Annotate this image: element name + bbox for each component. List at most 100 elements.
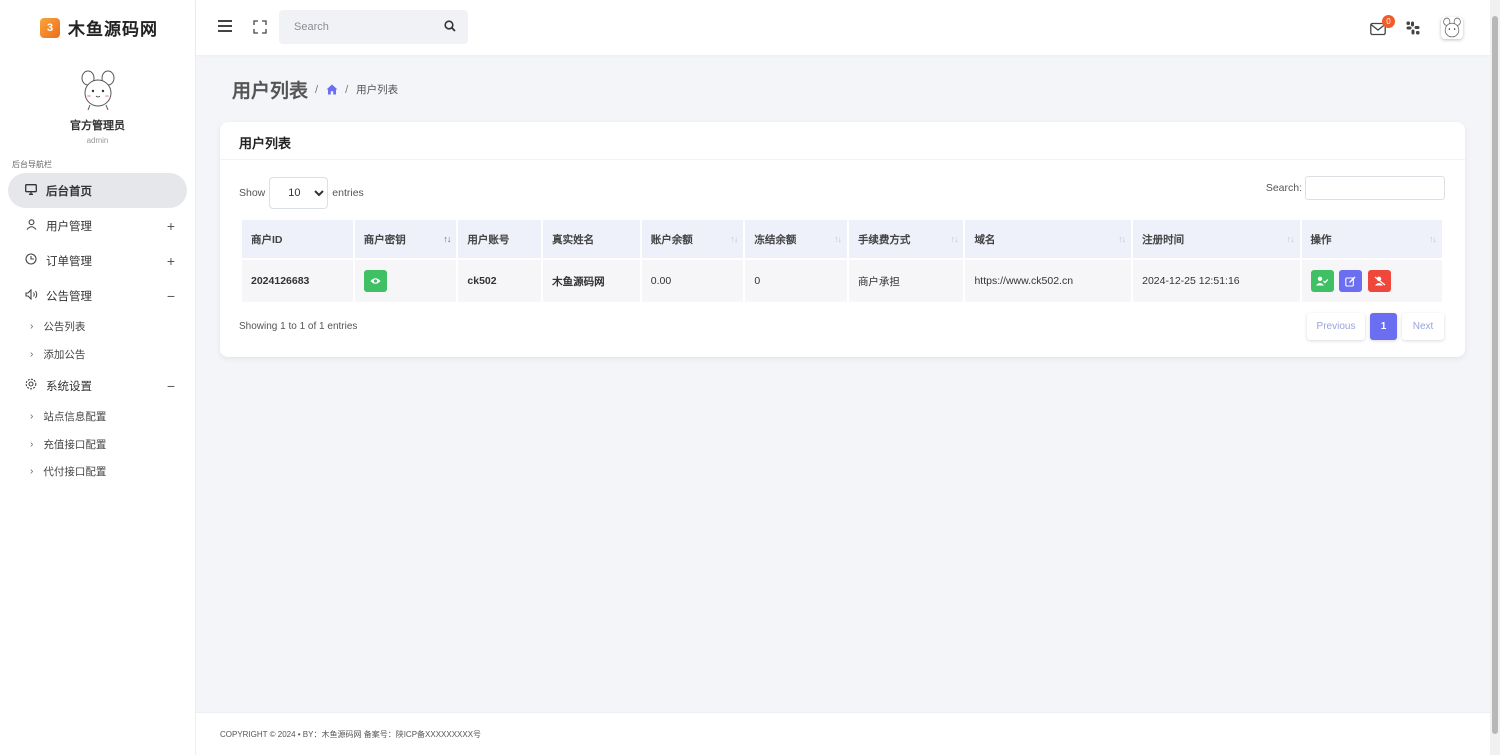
mail-count-badge: 0 — [1382, 15, 1395, 28]
column-header-label: 注册时间 — [1142, 233, 1185, 246]
table-search-control: Search: — [1266, 176, 1445, 200]
chevron-right-icon: › — [30, 466, 34, 478]
column-header-merchant-key[interactable]: 商户密钥 ↑↓ — [354, 220, 457, 258]
column-header-actions[interactable]: 操作 ↑↓ — [1301, 220, 1442, 258]
page-length-select[interactable]: 10 — [269, 177, 329, 209]
clock-icon — [24, 253, 38, 268]
column-header-label: 冻结余额 — [754, 233, 797, 246]
sidebar-item-settings[interactable]: 系统设置 − — [8, 368, 187, 403]
search-box — [279, 10, 468, 44]
user-list-card: 用户列表 Show 10 entries Search: 商户ID 商户密钥 ↑↓… — [220, 122, 1465, 357]
home-icon[interactable] — [326, 84, 338, 95]
sidebar-item-users[interactable]: 用户管理 + — [8, 208, 187, 243]
cell-registered: 2024-12-25 12:51:16 — [1133, 258, 1300, 302]
sidebar-subitem-add-announcement[interactable]: › 添加公告 — [0, 341, 195, 369]
fullscreen-icon[interactable] — [253, 20, 267, 34]
approve-user-button[interactable] — [1310, 270, 1334, 292]
table-info: Showing 1 to 1 of 1 entries — [239, 321, 358, 332]
search-icon[interactable] — [444, 20, 456, 32]
column-header-label: 真实姓名 — [552, 233, 595, 246]
user-remove-icon — [1374, 276, 1386, 286]
user-icon — [24, 218, 38, 233]
previous-page-button[interactable]: Previous — [1307, 313, 1365, 340]
table-header-row: 商户ID 商户密钥 ↑↓ 用户账号 真实姓名 账户余额 ↑↓ 冻结余额 ↑↓ 手续费方… — [242, 220, 1442, 258]
monitor-icon — [24, 183, 38, 198]
scrollbar-thumb[interactable] — [1492, 16, 1498, 734]
entries-label: entries — [332, 187, 364, 199]
column-header-label: 用户账号 — [467, 233, 510, 246]
show-label: Show — [239, 187, 266, 199]
sidebar-item-label: 订单管理 — [46, 255, 92, 268]
mouse-avatar-icon[interactable] — [78, 69, 118, 111]
column-header-label: 域名 — [974, 233, 996, 246]
column-header-registered[interactable]: 注册时间 ↑↓ — [1133, 220, 1300, 258]
menu-toggle-icon[interactable] — [218, 20, 232, 34]
sidebar-subitem-site-config[interactable]: › 站点信息配置 — [0, 403, 195, 431]
edit-icon — [1345, 276, 1356, 287]
expand-icon[interactable]: + — [167, 253, 175, 269]
edit-user-button[interactable] — [1339, 270, 1363, 292]
sidebar-subitem-payout-config[interactable]: › 代付接口配置 — [0, 458, 195, 486]
card-title: 用户列表 — [239, 136, 292, 151]
cell-account: ck502 — [458, 258, 542, 302]
table-search-input[interactable] — [1305, 176, 1445, 200]
table-row: 2024126683 ck502 木鱼源码网 0.00 0 商户承担 https… — [242, 258, 1442, 302]
delete-user-button[interactable] — [1368, 270, 1392, 292]
sidebar-item-orders[interactable]: 订单管理 + — [8, 243, 187, 278]
sidebar-item-label: 后台首页 — [46, 185, 92, 198]
column-header-label: 账户余额 — [650, 233, 693, 246]
user-check-icon — [1316, 276, 1328, 286]
view-key-button[interactable] — [363, 270, 387, 292]
breadcrumb-separator: / — [345, 83, 349, 96]
breadcrumb-separator: / — [315, 83, 319, 96]
chevron-right-icon: › — [30, 321, 34, 333]
page-button-current[interactable]: 1 — [1370, 313, 1397, 340]
sidebar-subitem-label: 添加公告 — [43, 348, 86, 361]
eye-icon — [370, 278, 381, 284]
sidebar-item-label: 用户管理 — [46, 220, 92, 233]
column-header-merchant-id[interactable]: 商户ID — [242, 220, 353, 258]
sidebar: 3 木鱼源码网 官方管理员 admin 后台导航栏 后台首页 用户管理 + 订单… — [0, 0, 196, 755]
search-input[interactable] — [294, 21, 434, 33]
footer-text: COPYRIGHT © 2024 • BY：木鱼源码网 备案号：陕ICP备XXX… — [220, 729, 482, 739]
page-scrollbar[interactable] — [1490, 0, 1500, 755]
sidebar-subitem-label: 公告列表 — [43, 321, 86, 334]
chevron-right-icon: › — [30, 411, 34, 423]
collapse-icon[interactable]: − — [167, 378, 175, 394]
breadcrumb-current: 用户列表 — [356, 84, 399, 96]
column-header-balance[interactable]: 账户余额 ↑↓ — [641, 220, 744, 258]
cell-frozen: 0 — [745, 258, 847, 302]
pagination: Previous 1 Next — [1307, 313, 1444, 340]
topbar: 0 — [196, 0, 1490, 55]
column-header-real-name[interactable]: 真实姓名 — [543, 220, 640, 258]
cell-merchant-id: 2024126683 — [242, 258, 353, 302]
next-page-button[interactable]: Next — [1402, 313, 1444, 340]
expand-icon[interactable]: + — [167, 218, 175, 234]
page-title: 用户列表 — [232, 81, 309, 102]
page-header: 用户列表 / / 用户列表 — [232, 76, 398, 103]
user-avatar[interactable] — [1441, 17, 1463, 39]
sidebar-subitem-label: 代付接口配置 — [43, 466, 107, 479]
column-header-domain[interactable]: 域名 ↑↓ — [965, 220, 1132, 258]
column-header-account[interactable]: 用户账号 — [458, 220, 542, 258]
cell-merchant-key — [354, 258, 457, 302]
sidebar-subitem-recharge-config[interactable]: › 充值接口配置 — [0, 431, 195, 459]
sidebar-subitem-label: 充值接口配置 — [43, 438, 107, 451]
sidebar-item-label: 公告管理 — [46, 290, 92, 303]
profile-role: admin — [86, 136, 109, 145]
sort-icon: ↑↓ — [1118, 234, 1126, 244]
column-header-fee-mode[interactable]: 手续费方式 ↑↓ — [848, 220, 964, 258]
cell-balance: 0.00 — [641, 258, 744, 302]
sidebar-item-dashboard[interactable]: 后台首页 — [8, 173, 187, 208]
speaker-icon — [24, 288, 38, 303]
collapse-icon[interactable]: − — [167, 288, 175, 304]
column-header-label: 操作 — [1310, 233, 1332, 246]
brand[interactable]: 3 木鱼源码网 — [0, 0, 195, 55]
profile-name: 官方管理员 — [70, 120, 125, 132]
sidebar-subitem-announcement-list[interactable]: › 公告列表 — [0, 313, 195, 341]
chevron-right-icon: › — [30, 348, 34, 360]
sidebar-item-announcements[interactable]: 公告管理 − — [8, 278, 187, 313]
apps-icon[interactable] — [1406, 21, 1420, 35]
column-header-frozen[interactable]: 冻结余额 ↑↓ — [745, 220, 847, 258]
sort-icon: ↑↓ — [443, 234, 451, 244]
